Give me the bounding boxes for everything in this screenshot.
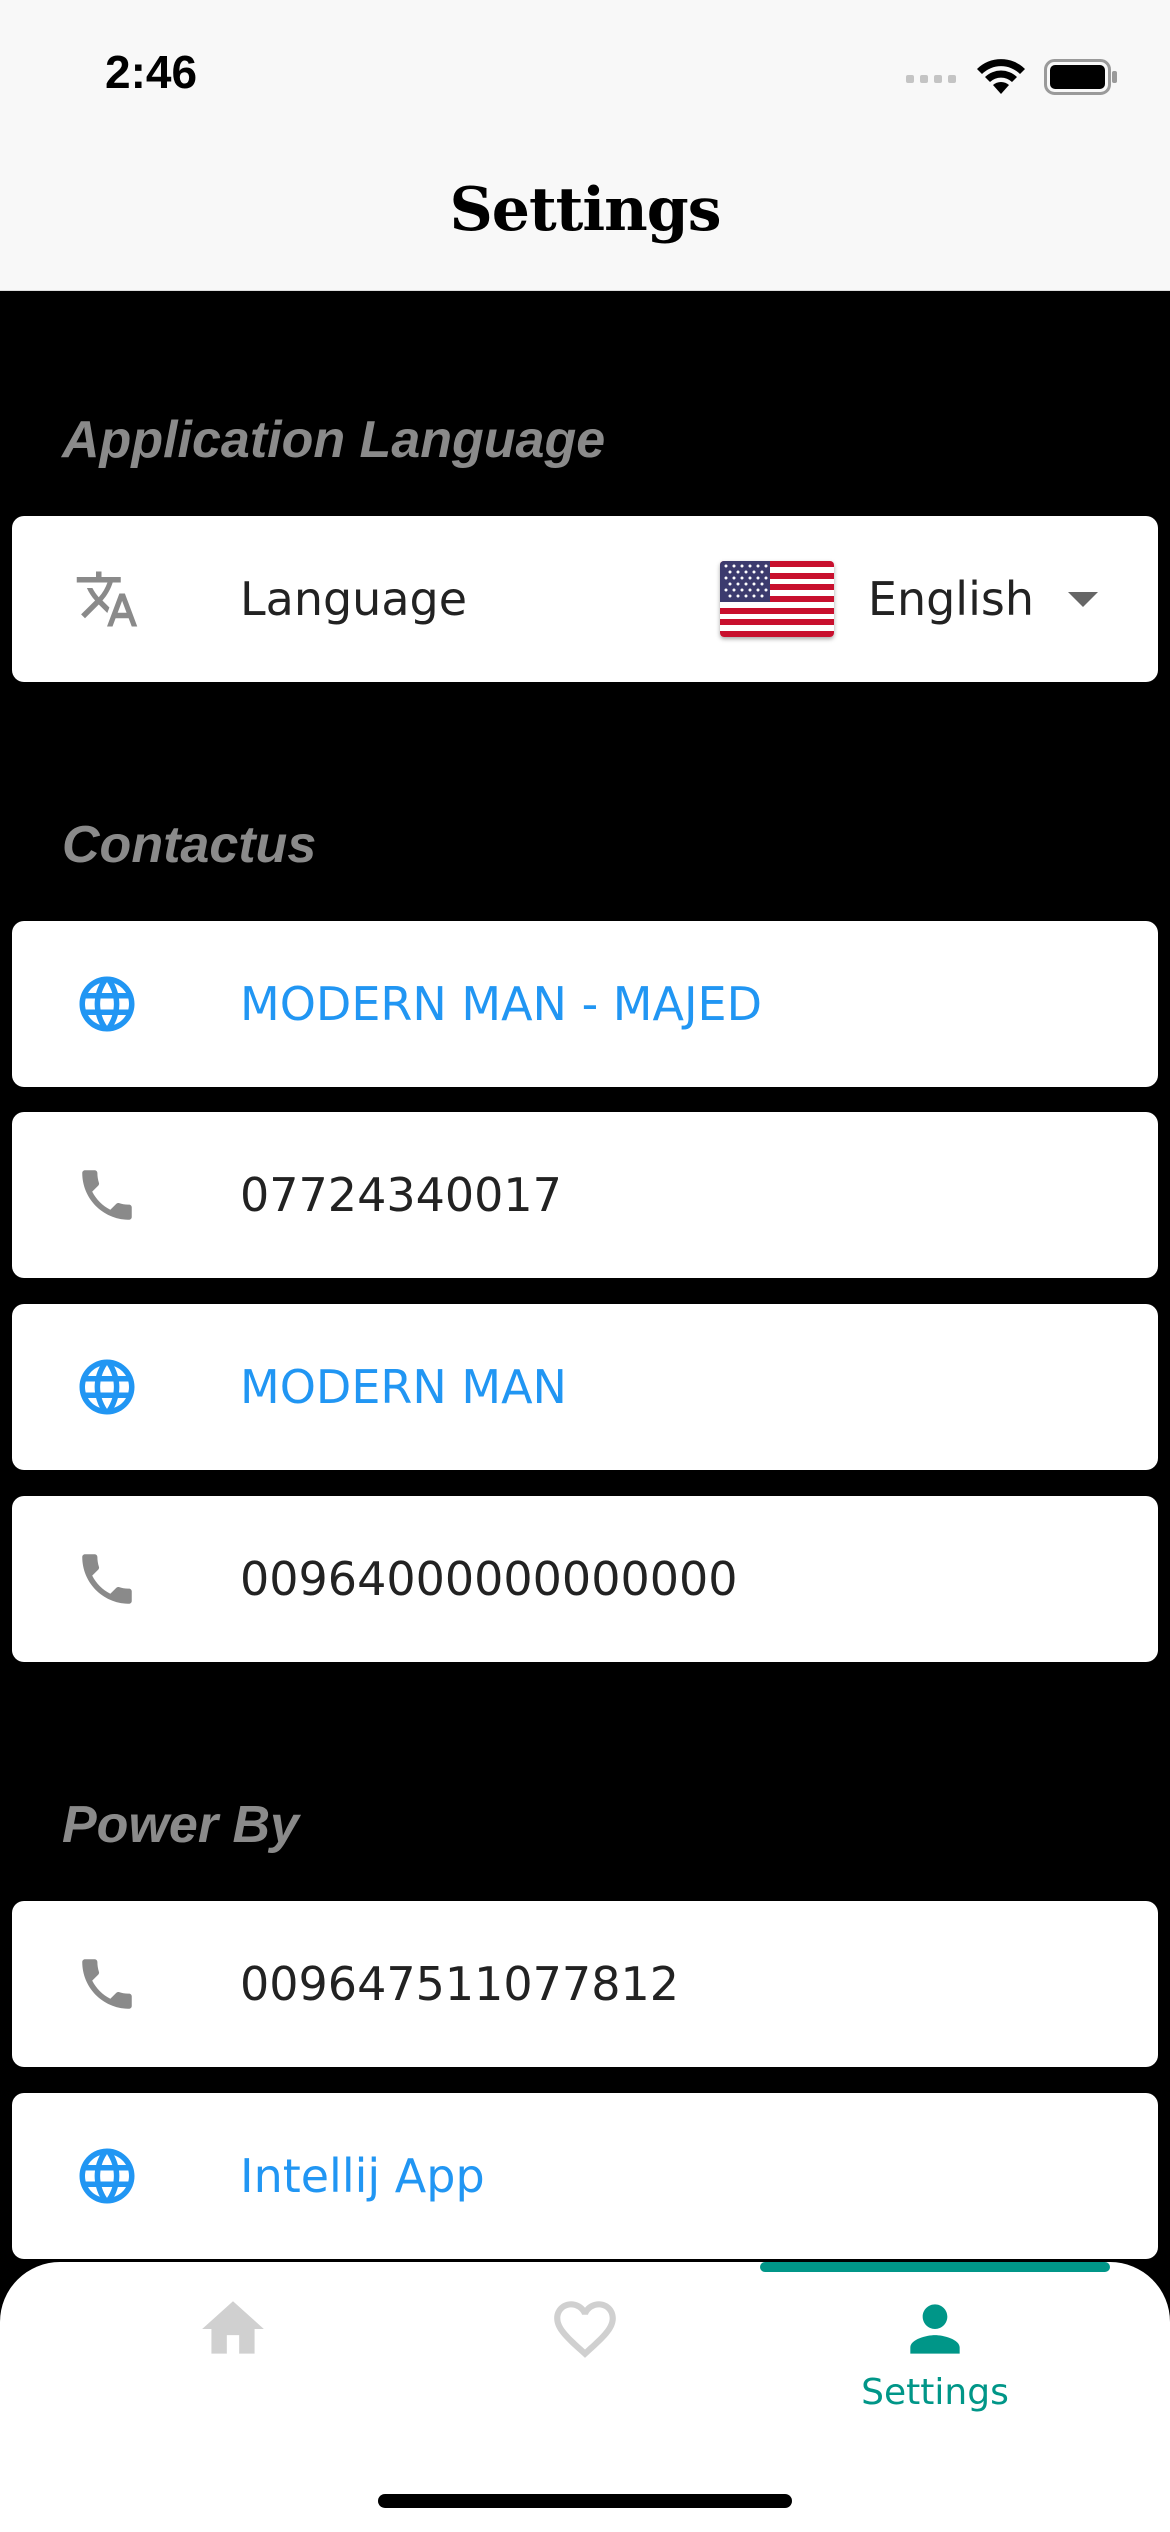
phone-icon — [82, 1554, 132, 1604]
us-flag-icon — [719, 561, 834, 637]
section-title-contact: Contactus — [62, 816, 317, 874]
power-item-phone[interactable]: 009647511077812 — [12, 1901, 1158, 2067]
tab-favorites[interactable] — [410, 2262, 760, 2462]
contact-item-label: MODERN MAN — [240, 1360, 567, 1414]
cellular-signal-icon — [906, 75, 956, 83]
language-setting-row[interactable]: Language English — [12, 516, 1158, 682]
section-title-language: Application Language — [62, 411, 606, 469]
tab-settings[interactable]: Settings — [760, 2262, 1110, 2462]
home-indicator — [378, 2494, 792, 2508]
contact-item-label: MODERN MAN - MAJED — [240, 977, 762, 1031]
globe-icon — [79, 1359, 135, 1415]
tab-settings-label: Settings — [861, 2372, 1009, 2413]
power-item-website[interactable]: Intellij App — [12, 2093, 1158, 2259]
language-label: Language — [240, 572, 468, 626]
battery-icon — [1044, 59, 1117, 95]
phone-icon — [82, 1959, 132, 2009]
bottom-tab-bar: Settings — [0, 2262, 1170, 2532]
home-icon — [202, 2301, 264, 2354]
translate-icon — [76, 571, 138, 627]
power-item-label: Intellij App — [240, 2149, 485, 2203]
contact-item-label: 00964000000000000 — [240, 1552, 738, 1606]
heart-icon — [554, 2301, 616, 2358]
phone-icon — [82, 1170, 132, 1220]
language-value: English — [867, 572, 1034, 626]
language-dropdown[interactable]: English — [719, 561, 1098, 637]
page-title: Settings — [449, 175, 721, 245]
dropdown-caret-icon — [1068, 591, 1098, 607]
status-time: 2:46 — [105, 46, 198, 98]
status-icons — [904, 52, 1118, 102]
globe-icon — [79, 2148, 135, 2204]
contact-item-phone[interactable]: 07724340017 — [12, 1112, 1158, 1278]
globe-icon — [79, 976, 135, 1032]
person-icon — [910, 2304, 960, 2354]
contact-item-website[interactable]: MODERN MAN — [12, 1304, 1158, 1470]
contact-item-phone[interactable]: 00964000000000000 — [12, 1496, 1158, 1662]
contact-item-website[interactable]: MODERN MAN - MAJED — [12, 921, 1158, 1087]
contact-item-label: 07724340017 — [240, 1168, 562, 1222]
power-item-label: 009647511077812 — [240, 1957, 679, 2011]
status-bar: 2:46 — [0, 0, 1170, 145]
section-title-power: Power By — [62, 1796, 299, 1854]
nav-header: Settings — [0, 145, 1170, 291]
wifi-icon — [977, 59, 1025, 94]
tab-home[interactable] — [58, 2262, 408, 2462]
